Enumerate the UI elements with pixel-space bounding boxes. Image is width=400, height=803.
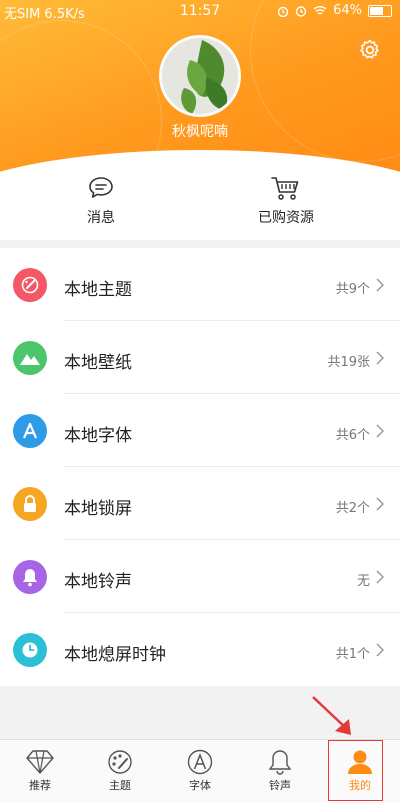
list-item-local-fonts[interactable]: 本地字体 共6个 <box>0 394 400 467</box>
annotation-highlight-box <box>328 740 383 801</box>
tab-label: 铃声 <box>269 779 291 792</box>
list-item-count: 共1个 <box>335 647 370 662</box>
annotation-arrow-icon <box>312 696 351 735</box>
letter-a-icon <box>13 414 47 448</box>
list-item-label: 本地壁纸 <box>64 353 132 373</box>
chevron-right-icon <box>376 278 384 292</box>
list-item-count: 共9个 <box>335 282 370 297</box>
status-right: 64% <box>277 3 392 18</box>
list-item-label: 本地熄屏时钟 <box>64 645 166 665</box>
list-item-label: 本地字体 <box>64 426 132 446</box>
tab-themes[interactable]: 主题 <box>80 740 160 803</box>
chevron-right-icon <box>376 424 384 438</box>
mountain-icon <box>13 341 47 375</box>
lock-icon <box>13 487 47 521</box>
diamond-icon <box>26 750 54 774</box>
palette-icon <box>108 750 132 774</box>
chevron-right-icon <box>376 570 384 584</box>
chevron-right-icon <box>376 643 384 657</box>
tab-label: 推荐 <box>29 779 51 792</box>
bell-icon <box>13 560 47 594</box>
list-item-local-aod-clock[interactable]: 本地熄屏时钟 共1个 <box>0 613 400 686</box>
list-item-local-lockscreens[interactable]: 本地锁屏 共2个 <box>0 467 400 540</box>
list-item-label: 本地锁屏 <box>64 499 132 519</box>
wifi-icon <box>313 5 327 15</box>
messages-button[interactable]: 消息 <box>41 175 161 227</box>
list-item-label: 本地铃声 <box>64 572 132 592</box>
bell-icon <box>268 750 292 775</box>
battery-icon <box>368 4 392 17</box>
list-item-label: 本地主题 <box>64 280 132 300</box>
messages-label: 消息 <box>87 210 115 226</box>
list-item-local-ringtones[interactable]: 本地铃声 无 <box>0 540 400 613</box>
tab-recommend[interactable]: 推荐 <box>0 740 80 803</box>
list-item-local-themes[interactable]: 本地主题 共9个 <box>0 248 400 321</box>
section-divider <box>0 240 400 248</box>
cart-icon <box>271 177 299 200</box>
message-icon <box>89 177 113 198</box>
list-item-count: 共2个 <box>335 501 370 516</box>
tab-ringtones[interactable]: 铃声 <box>240 740 320 803</box>
tab-label: 字体 <box>189 779 211 792</box>
username: 秋枫呢喃 <box>172 124 228 140</box>
purchased-resources-button[interactable]: 已购资源 <box>226 175 346 227</box>
list-item-count: 无 <box>356 574 370 589</box>
clock-icon <box>13 633 47 667</box>
gear-icon[interactable] <box>358 38 382 62</box>
status-bar: 无SIM 6.5K/s 11:57 64% <box>0 0 400 22</box>
chevron-right-icon <box>376 351 384 365</box>
avatar[interactable] <box>159 35 241 117</box>
avatar-image <box>162 38 238 114</box>
battery-percent: 64% <box>333 3 362 18</box>
alarm-clock-icon <box>295 5 307 17</box>
tab-label: 主题 <box>109 779 131 792</box>
tab-fonts[interactable]: 字体 <box>160 740 240 803</box>
letter-a-icon <box>187 749 213 775</box>
palette-icon <box>13 268 47 302</box>
purchased-resources-label: 已购资源 <box>258 210 314 226</box>
quick-actions: 消息 已购资源 <box>0 170 400 240</box>
list-item-count: 共6个 <box>335 428 370 443</box>
list-item-count: 共19张 <box>327 355 370 370</box>
local-resources-list: 本地主题 共9个 本地壁纸 共19张 本地字体 共6个 本地锁屏 共2个 本地铃… <box>0 248 400 686</box>
list-item-local-wallpapers[interactable]: 本地壁纸 共19张 <box>0 321 400 394</box>
chevron-right-icon <box>376 497 384 511</box>
alarm-icon <box>277 6 289 17</box>
